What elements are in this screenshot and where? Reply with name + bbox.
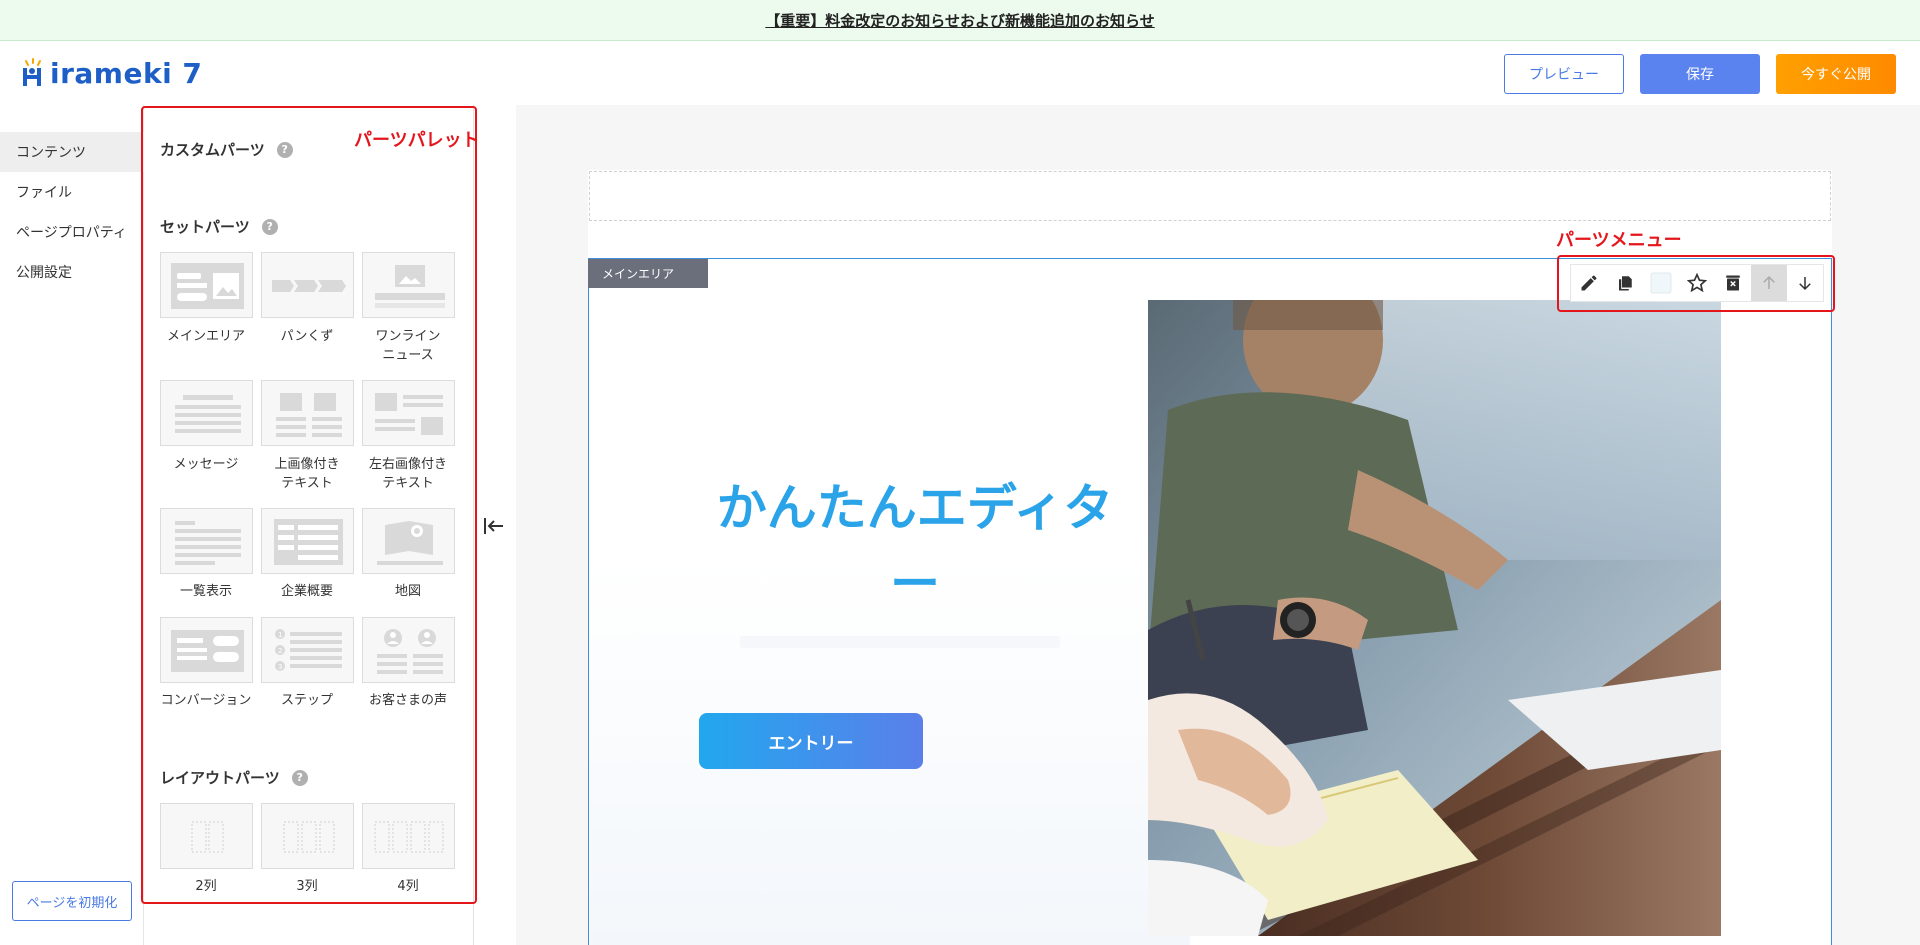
part-label-side-image-text: 左右画像付き テキスト [368,457,447,491]
custom-parts-label: カスタムパーツ [160,141,265,159]
hero-subtext-placeholder [740,636,1060,648]
save-button[interactable]: 保存 [1640,54,1760,94]
part-label-map: 地図 [394,584,421,599]
part-tile-breadcrumb[interactable] [261,252,354,318]
collapse-palette-icon[interactable] [482,514,506,544]
parts-menu-toolbar [1570,264,1824,302]
logo-text: irameki 7 [50,56,203,90]
notice-bar: 【重要】料金改定のお知らせおよび新機能追加のお知らせ [0,0,1920,41]
layout-label-3col: 3列 [296,879,318,894]
edit-icon[interactable] [1571,265,1607,301]
help-icon[interactable]: ? [291,769,308,786]
reset-page-button[interactable]: ページを初期化 [12,881,132,921]
drop-zone[interactable] [589,171,1831,221]
part-label-breadcrumb: パンくず [280,329,334,344]
part-tile-customer-voice[interactable] [362,617,455,683]
svg-text:1: 1 [278,631,282,639]
part-label-conversion: コンバージョン [160,693,252,708]
preview-button[interactable]: プレビュー [1504,54,1624,94]
entry-button[interactable]: エントリー [699,713,923,769]
part-label-top-image-text: 上画像付き テキスト [274,457,340,491]
palette-annotation: パーツパレット [354,130,480,151]
part-tile-main-area[interactable] [160,252,253,318]
part-tile-top-image-text[interactable] [261,380,354,446]
layout-tile-2col[interactable] [160,803,253,869]
notice-link[interactable]: 【重要】料金改定のお知らせおよび新機能追加のお知らせ [765,10,1154,31]
part-label-message: メッセージ [173,457,239,472]
nav-item-contents[interactable]: コンテンツ [0,132,144,172]
part-label-list: 一覧表示 [179,584,232,599]
custom-parts-title: カスタムパーツ ? [160,139,293,160]
hero-title-line-2: ー [890,555,940,613]
layout-tile-3col[interactable] [261,803,354,869]
nav-item-files[interactable]: ファイル [0,172,144,212]
part-label-oneline-news: ワンライン ニュース [375,329,441,363]
part-label-company-profile: 企業概要 [280,584,333,599]
svg-text:3: 3 [278,663,282,671]
set-parts-label: セットパーツ [160,218,250,236]
logo[interactable]: irameki 7 [22,53,202,93]
part-tile-step[interactable]: 1 2 3 [261,617,354,683]
part-label-customer-voice: お客さまの声 [368,693,447,708]
part-tile-list[interactable] [160,508,253,574]
header: irameki 7 プレビュー 保存 今すぐ公開 [0,41,1920,105]
nav-item-page-properties[interactable]: ページプロパティ [0,212,144,252]
part-label-step: ステップ [280,693,333,708]
background-color-icon[interactable] [1643,265,1679,301]
part-tile-message[interactable] [160,380,253,446]
favorite-star-icon[interactable] [1679,265,1715,301]
part-tile-map[interactable] [362,508,455,574]
part-tile-company-profile[interactable] [261,508,354,574]
help-icon[interactable]: ? [276,141,293,158]
delete-icon[interactable] [1715,265,1751,301]
part-tile-side-image-text[interactable] [362,380,455,446]
parts-menu-annotation: パーツメニュー [1556,230,1682,251]
part-tile-oneline-news[interactable] [362,252,455,318]
help-icon[interactable]: ? [261,218,278,235]
layout-parts-label: レイアウトパーツ [160,769,280,787]
set-parts-title: セットパーツ ? [160,216,278,237]
move-down-icon[interactable] [1787,265,1823,301]
publish-button[interactable]: 今すぐ公開 [1776,54,1896,94]
move-up-icon[interactable] [1751,265,1787,301]
hero-image[interactable] [1148,300,1721,936]
layout-parts-title: レイアウトパーツ ? [160,767,308,788]
nav-item-publish-settings[interactable]: 公開設定 [0,252,144,292]
svg-text:2: 2 [278,647,282,655]
hero-title[interactable]: かんたんエディタ ー [700,470,1130,622]
layout-tile-4col[interactable] [362,803,455,869]
logo-mark-icon [22,56,50,90]
left-nav: コンテンツ ファイル ページプロパティ 公開設定 ページを初期化 [0,105,144,945]
area-tag: メインエリア [588,259,708,288]
hero-title-line-1: かんたんエディタ [716,479,1114,537]
part-tile-conversion[interactable] [160,617,253,683]
layout-label-4col: 4列 [397,879,419,894]
copy-icon[interactable] [1607,265,1643,301]
layout-label-2col: 2列 [195,879,217,894]
part-label-main-area: メインエリア [166,329,245,344]
